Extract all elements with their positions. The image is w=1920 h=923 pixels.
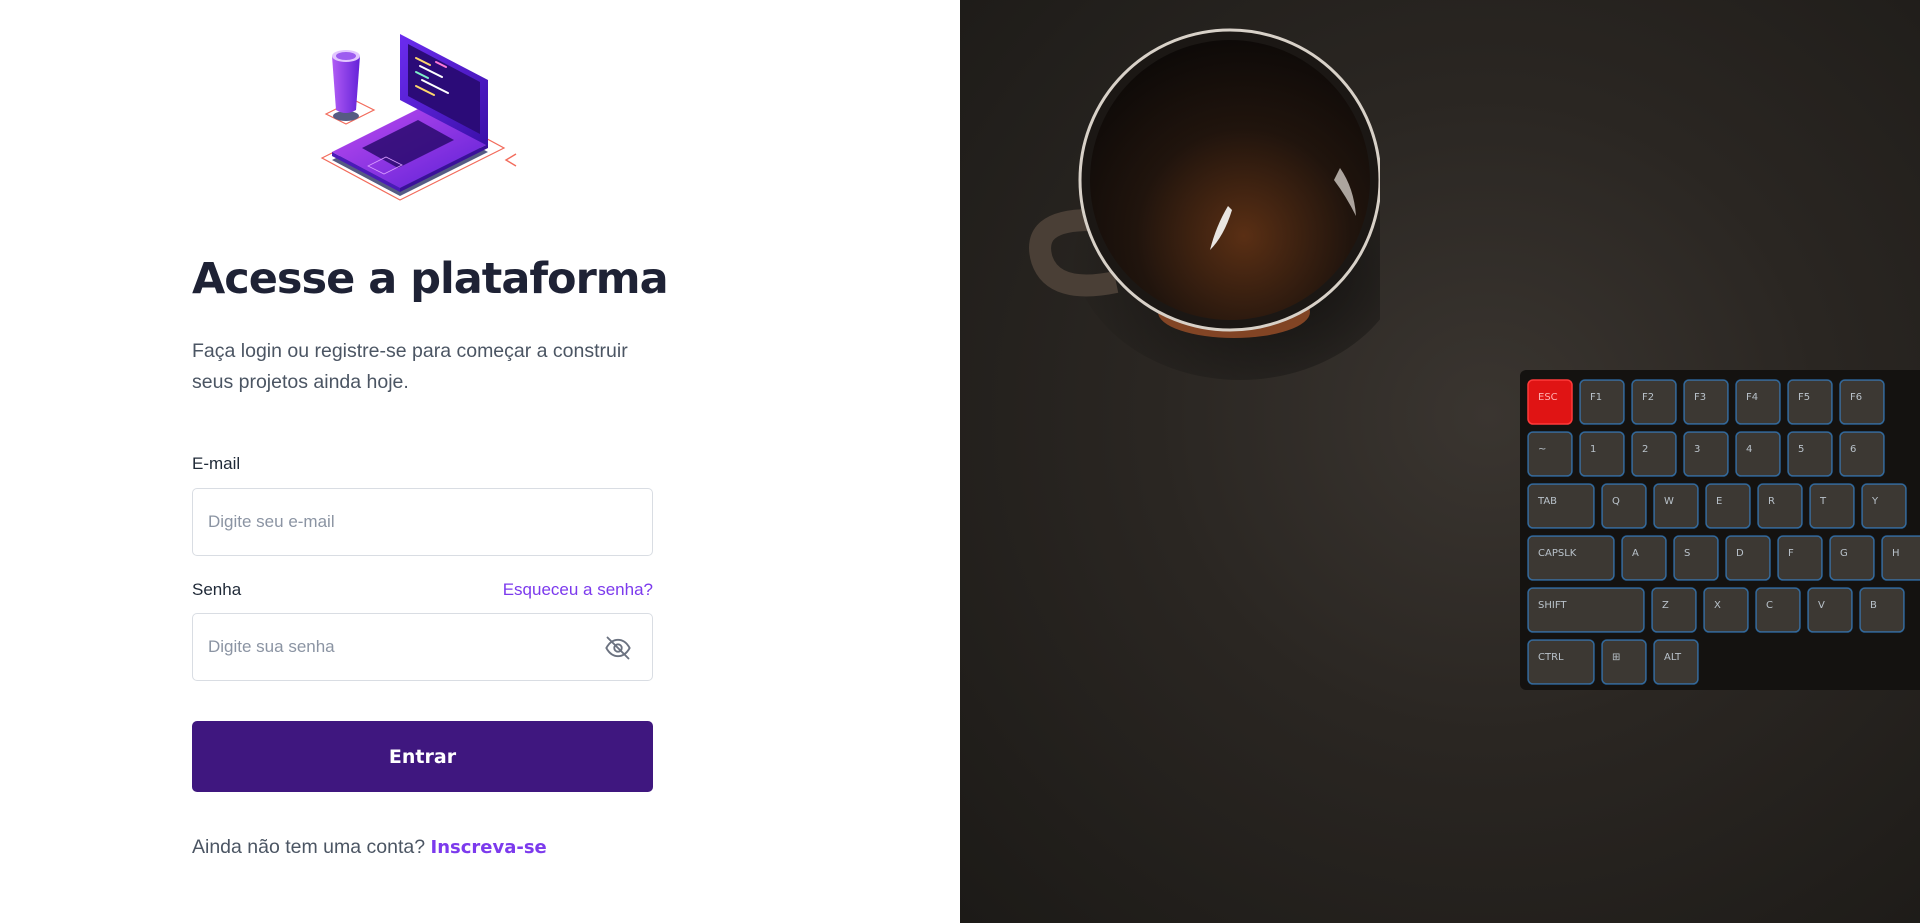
keyboard-key (1653, 483, 1699, 529)
password-label: Senha (192, 580, 242, 599)
keyboard-key (1735, 431, 1781, 477)
password-input[interactable] (193, 614, 652, 680)
email-label: E-mail (192, 454, 241, 473)
keyboard-key (1579, 431, 1625, 477)
keyboard-key-label: TAB (1537, 496, 1557, 507)
keyboard-key-label: F3 (1694, 392, 1706, 403)
login-button[interactable]: Entrar (192, 721, 653, 792)
keyboard-key-label: D (1736, 548, 1744, 559)
signup-prompt: Ainda não tem uma conta? Inscreva-se (192, 836, 547, 859)
keyboard-key-label: CTRL (1538, 652, 1564, 663)
signup-prompt-text: Ainda não tem uma conta? (192, 836, 426, 858)
keyboard-key (1621, 535, 1667, 581)
keyboard-key-label: S (1684, 548, 1690, 559)
keyboard-key (1601, 639, 1647, 685)
keyboard-key-label: 5 (1798, 444, 1804, 455)
keyboard-key-label: 1 (1590, 444, 1596, 455)
password-field-wrapper (192, 613, 653, 681)
keyboard-key (1881, 535, 1920, 581)
keyboard-key (1859, 587, 1905, 633)
keyboard-key-label: ESC (1538, 392, 1558, 403)
page-title: Acesse a plataforma (192, 254, 669, 304)
keyboard-key-label: A (1632, 548, 1639, 559)
keyboard-key-label: 2 (1642, 444, 1648, 455)
keyboard-key (1651, 587, 1697, 633)
keyboard-key-label: X (1714, 600, 1721, 611)
keyboard-key-label: ⊞ (1612, 652, 1620, 663)
keyboard-key (1829, 535, 1875, 581)
keyboard-key-label: H (1892, 548, 1900, 559)
login-panel: Acesse a plataforma Faça login ou regist… (0, 0, 960, 923)
keyboard-key (1705, 483, 1751, 529)
keyboard-key-label: F6 (1850, 392, 1862, 403)
keyboard-key (1839, 431, 1885, 477)
keyboard-key (1683, 431, 1729, 477)
coffee-mug-image (1029, 28, 1380, 380)
keyboard-key (1725, 535, 1771, 581)
keyboard-key-label: W (1664, 496, 1674, 507)
keyboard-key-label: 6 (1850, 444, 1856, 455)
keyboard-key (1861, 483, 1907, 529)
keyboard-key (1777, 535, 1823, 581)
eye-off-icon[interactable] (604, 634, 632, 662)
keyboard-key-label: F4 (1746, 392, 1758, 403)
keyboard-key-label: F5 (1798, 392, 1810, 403)
forgot-password-link[interactable]: Esqueceu a senha? (503, 580, 653, 600)
email-input[interactable] (193, 489, 652, 555)
keyboard-key-label: 4 (1746, 444, 1752, 455)
keyboard-key (1673, 535, 1719, 581)
keyboard-key-label: Q (1612, 496, 1620, 507)
keyboard-key-label: R (1768, 496, 1775, 507)
keyboard-key (1787, 431, 1833, 477)
keyboard-key-label: F (1788, 548, 1794, 559)
hero-photo: ESC F1 F2 F3 F4 F5 F6 ~1 2 3 4 5 6 TAB Q W E R T Y CAPSLK A S D… (960, 0, 1920, 923)
keyboard-key-label: F1 (1590, 392, 1602, 403)
keyboard-key (1631, 431, 1677, 477)
keyboard-key-label: 3 (1694, 444, 1700, 455)
keyboard-key-label: V (1818, 600, 1825, 611)
keyboard-key-label: C (1766, 600, 1773, 611)
keyboard-key-label: CAPSLK (1538, 548, 1577, 559)
laptop-illustration (320, 34, 517, 201)
keyboard-key-label: Z (1662, 600, 1669, 611)
keyboard-key-label: ALT (1664, 652, 1682, 663)
page-subtitle: Faça login ou registre-se para começar a… (192, 340, 628, 393)
keyboard-key (1757, 483, 1803, 529)
keyboard-key (1527, 431, 1573, 477)
keyboard-key (1809, 483, 1855, 529)
keyboard-key-label: F2 (1642, 392, 1654, 403)
keyboard-key-label: G (1840, 548, 1848, 559)
keyboard-key-label: Y (1871, 496, 1879, 507)
keyboard-key-label: B (1870, 600, 1877, 611)
keyboard-key (1755, 587, 1801, 633)
keyboard-keys: ESC F1 F2 F3 F4 F5 F6 ~ 1 2 3 4 5 6 TAB Q W E R T Y CAPSLK A S D… (1520, 370, 1920, 690)
keyboard-key-label: SHIFT (1538, 600, 1567, 611)
keyboard-key (1703, 587, 1749, 633)
email-field-wrapper (192, 488, 653, 556)
keyboard-key-label: E (1716, 496, 1722, 507)
keyboard-key-label: T (1819, 496, 1827, 507)
keyboard-key (1807, 587, 1853, 633)
keyboard-key (1601, 483, 1647, 529)
signup-link[interactable]: Inscreva-se (431, 837, 547, 858)
keyboard-key-label: ~ (1538, 444, 1546, 455)
keyboard-image: ESC F1 F2 F3 F4 F5 F6 ~1 2 3 4 5 6 TAB Q W E R T Y CAPSLK A S D… (1520, 370, 1920, 690)
